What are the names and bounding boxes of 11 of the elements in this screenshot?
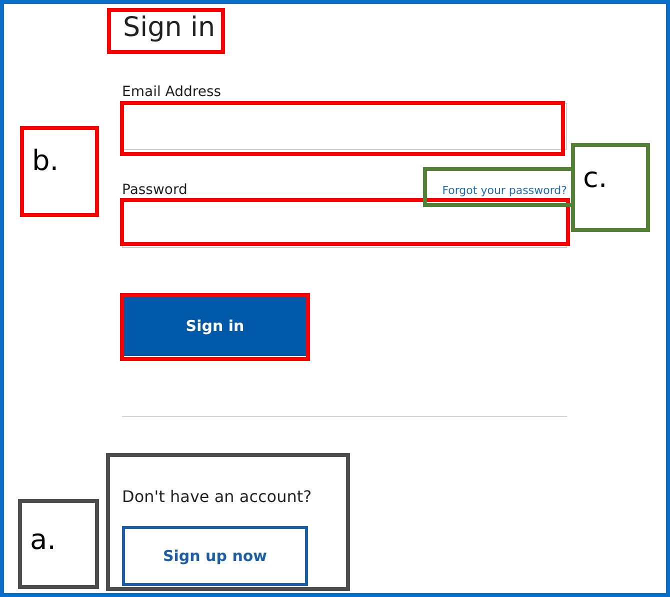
annotation-label: c. (571, 143, 650, 232)
annotation-label: b. (20, 126, 99, 217)
field-label: Password (122, 182, 188, 198)
input-field[interactable] (122, 103, 567, 150)
field-label: Email Address (122, 84, 222, 100)
annotation-label: a. (18, 499, 99, 589)
page-title: Sign in (122, 12, 216, 44)
sign-in-button[interactable]: Sign in (122, 296, 308, 356)
sign-up-button[interactable]: Sign up now (122, 526, 308, 586)
signup-prompt: Don't have an account? (122, 487, 313, 506)
forgot-password-link[interactable]: Forgot your password? (442, 184, 567, 197)
